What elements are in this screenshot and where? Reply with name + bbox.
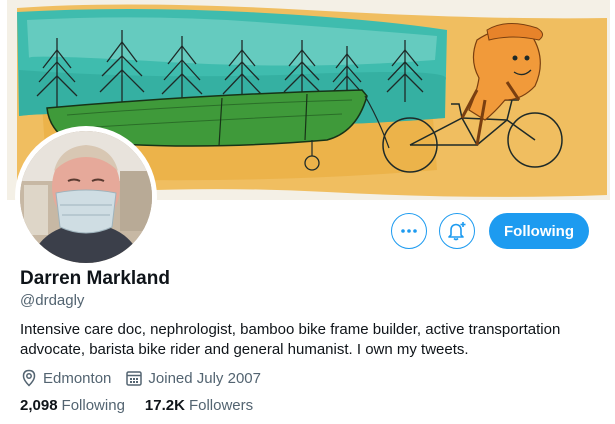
more-icon bbox=[401, 229, 417, 233]
notifications-button[interactable] bbox=[439, 213, 475, 249]
joined-item: Joined July 2007 bbox=[125, 369, 261, 387]
joined-text: Joined July 2007 bbox=[148, 369, 261, 387]
location-text: Edmonton bbox=[43, 369, 112, 387]
followers-count: 17.2K bbox=[144, 397, 185, 414]
avatar-photo bbox=[20, 131, 152, 263]
avatar-image bbox=[20, 131, 152, 263]
profile-meta: Edmonton Joined July 2007 bbox=[20, 368, 261, 388]
followers-link[interactable]: 17.2K Followers bbox=[145, 397, 253, 414]
bell-plus-icon bbox=[448, 222, 466, 241]
profile-bio: Intensive care doc, nephrologist, bamboo… bbox=[20, 321, 561, 358]
location-item: Edmonton bbox=[20, 369, 111, 387]
following-count: 2,098 bbox=[20, 397, 58, 414]
profile-page: Following Darren Markland @drdagly Inten… bbox=[0, 0, 615, 424]
location-pin-icon bbox=[22, 369, 36, 387]
followers-label: Followers bbox=[188, 397, 254, 414]
following-label: Following bbox=[61, 397, 125, 414]
following-link[interactable]: 2,098 Following bbox=[20, 397, 125, 414]
display-name: Darren Markland bbox=[20, 268, 170, 289]
profile-stats: 2,098 Following 17.2K Followers bbox=[20, 397, 253, 414]
more-button[interactable] bbox=[391, 213, 427, 249]
avatar[interactable] bbox=[15, 126, 157, 268]
calendar-icon bbox=[126, 371, 143, 386]
following-button[interactable]: Following bbox=[489, 213, 589, 249]
user-handle: @drdagly bbox=[20, 292, 85, 309]
